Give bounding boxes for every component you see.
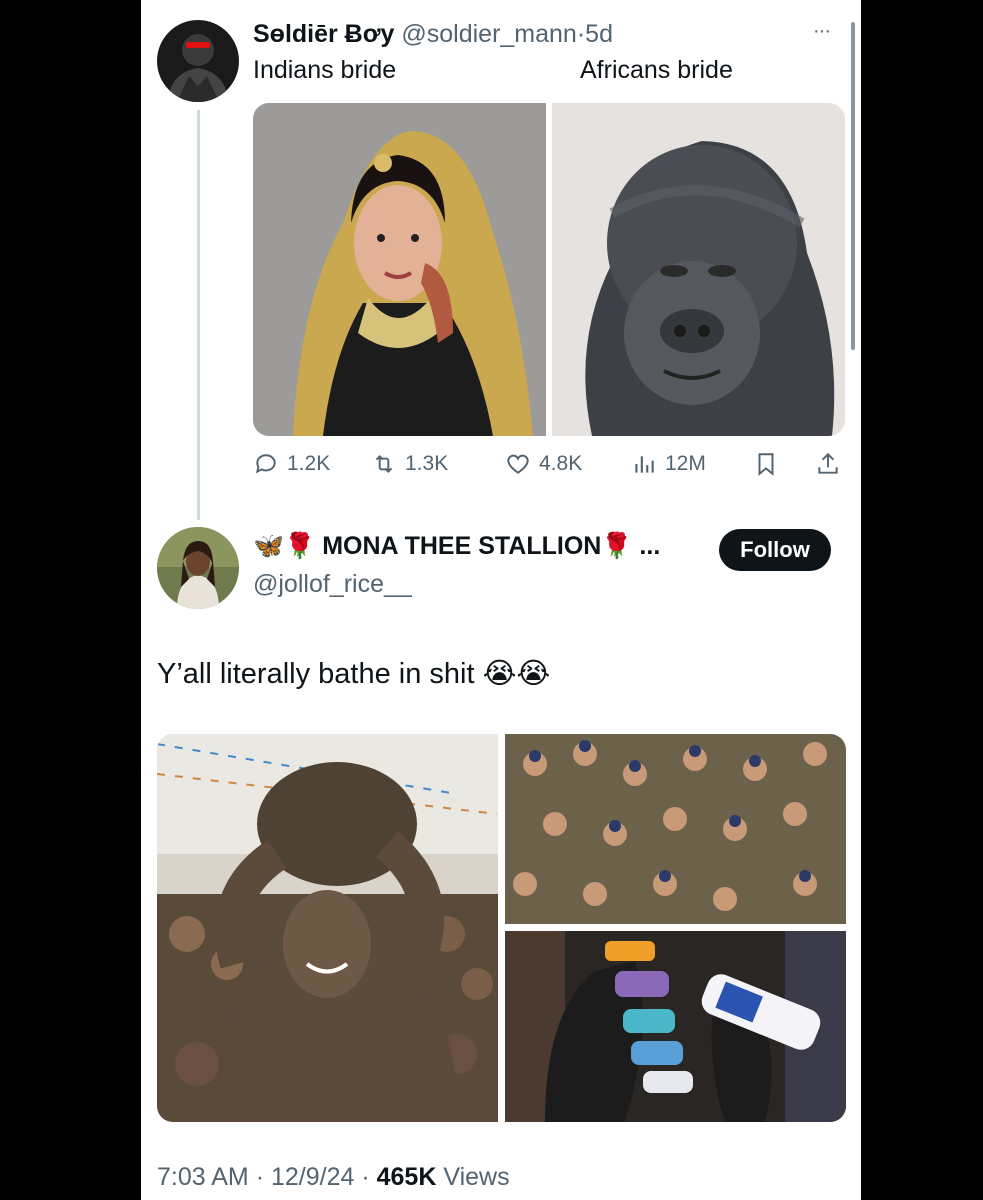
more-options-icon[interactable]: ··· <box>813 20 831 43</box>
meta-separator: · <box>361 1163 370 1191</box>
views-count: 12M <box>665 452 706 475</box>
views-total: 465K <box>376 1163 437 1191</box>
heart-icon <box>507 454 529 474</box>
time-ago[interactable]: 5d <box>585 20 613 48</box>
reply-icon <box>255 454 276 474</box>
views-label: Views <box>443 1163 510 1191</box>
views-chart-icon <box>635 456 654 473</box>
caption-right: Africans bride <box>580 56 733 84</box>
tweet-thread-page: Sɵldiēr Ƀơy @soldier_mann·5d ··· Indians… <box>141 0 861 1200</box>
media-grid[interactable] <box>253 103 845 436</box>
like-button[interactable]: 4.8K <box>505 451 582 477</box>
handle[interactable]: @soldier_mann <box>401 20 576 48</box>
gorilla-photo[interactable] <box>552 103 845 436</box>
tweet-header: Sɵldiēr Ƀơy @soldier_mann·5d <box>253 18 613 50</box>
meta-separator: · <box>255 1163 265 1191</box>
tweet-meta: 7:03 AM · 12/9/24 · 465K Views <box>157 1163 510 1192</box>
tweet-action-bar: 1.2K 1.3K 4.8K 12M <box>253 451 845 483</box>
avatar[interactable] <box>157 527 239 609</box>
views-button[interactable]: 12M <box>631 451 706 477</box>
bookmark-icon <box>758 453 774 476</box>
retweet-count: 1.3K <box>405 452 449 475</box>
avatar[interactable] <box>157 20 239 102</box>
media-grid[interactable] <box>157 734 846 1122</box>
retweet-icon <box>375 455 393 473</box>
follow-button[interactable]: Follow <box>719 529 831 571</box>
tweet-time[interactable]: 7:03 AM <box>157 1163 249 1191</box>
scrollbar[interactable] <box>851 22 855 350</box>
mud-pit-crowd-photo[interactable] <box>505 734 846 924</box>
display-name[interactable]: Sɵldiēr Ƀơy <box>253 20 394 48</box>
reply-handle[interactable]: @jollof_rice__ <box>253 570 412 599</box>
like-count: 4.8K <box>539 452 583 475</box>
separator: · <box>576 20 586 48</box>
bookmark-button[interactable] <box>753 451 779 477</box>
thread-line <box>197 110 200 520</box>
reply-count: 1.2K <box>287 452 331 475</box>
bride-photo[interactable] <box>253 103 546 436</box>
caption-left: Indians bride <box>253 56 397 84</box>
mud-covered-man-photo[interactable] <box>157 734 498 1122</box>
tweet-date[interactable]: 12/9/24 <box>271 1163 354 1191</box>
share-button[interactable] <box>815 451 841 477</box>
share-icon <box>818 452 838 474</box>
reply-display-name[interactable]: 🦋🌹 MONA THEE STALLION🌹 ... <box>253 532 660 561</box>
tweet-text: Y’all literally bathe in shit 😭😭 <box>157 658 551 690</box>
retweet-button[interactable]: 1.3K <box>371 451 448 477</box>
reply-button[interactable]: 1.2K <box>253 451 330 477</box>
hands-holding-soap-photo[interactable] <box>505 931 846 1122</box>
